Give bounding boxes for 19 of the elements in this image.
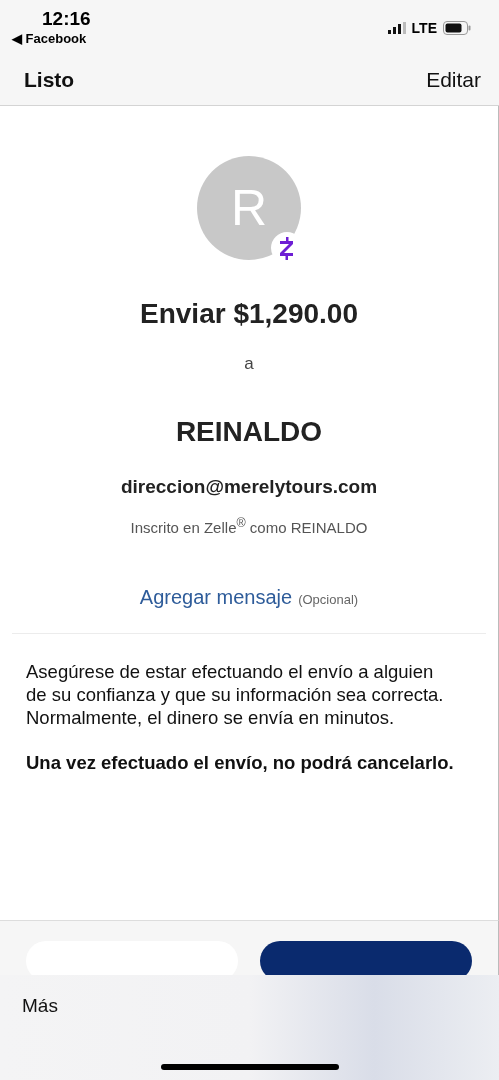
more-label[interactable]: Más <box>22 995 499 1017</box>
signal-icon <box>387 22 406 34</box>
add-message-link[interactable]: Agregar mensaje (Opcional) <box>139 586 359 609</box>
battery-icon <box>443 21 471 35</box>
notice-text: Una vez efectuado el envío, no podrá cancelarlo. <box>26 751 455 774</box>
send-amount-title: Enviar $1,290.00 <box>140 298 358 330</box>
back-to-app-link[interactable]: ◀ Facebook <box>12 30 87 48</box>
status-time: 12:16 <box>42 8 91 30</box>
recipient-email: direccion@merelytours.com <box>120 476 378 498</box>
done-button[interactable]: Listo <box>24 68 75 92</box>
primary-button[interactable] <box>260 941 472 975</box>
connector-text: a <box>244 354 254 374</box>
notice-text: Asegúrese de estar efectuando el envío a alguien de su confianza y que su información sea correcta. Normalmente, el dinero se envía en minutos. <box>26 660 445 729</box>
add-message-label: Agregar mensaje <box>139 586 293 609</box>
enrollment-text: Inscrito en Zelle$^{®}$ como REINALDO <box>130 516 368 536</box>
edit-button[interactable]: Editar <box>426 68 481 92</box>
optional-hint: (Opcional) <box>298 592 359 607</box>
network-label: LTE <box>411 20 437 36</box>
recipient-name: REINALDO <box>175 416 323 448</box>
